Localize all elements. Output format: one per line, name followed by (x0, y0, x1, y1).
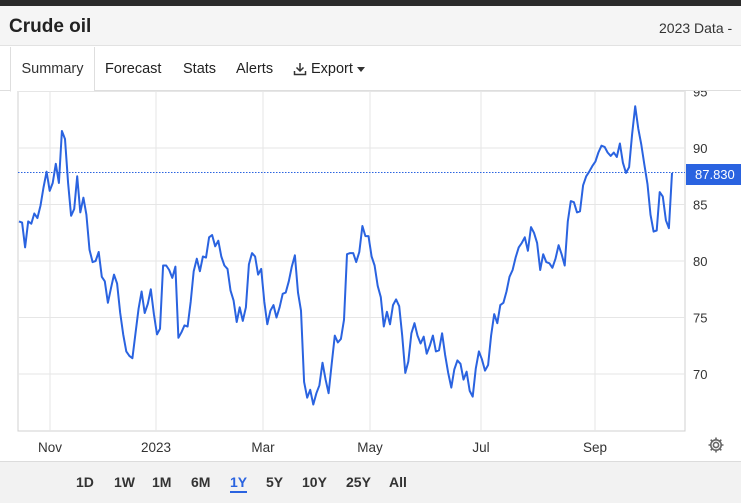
chart-canvas[interactable]: 70 75 80 85 90 95 Nov 2023 Mar May Jul Sep (0, 91, 741, 461)
y-tick-label: 95 (693, 91, 707, 100)
price-series-line[interactable] (18, 105, 673, 406)
x-tick-label: Nov (38, 440, 62, 455)
range-10y[interactable]: 10Y (302, 471, 327, 493)
tab-stats[interactable]: Stats (183, 47, 216, 91)
range-1y[interactable]: 1Y (230, 471, 248, 493)
range-25y[interactable]: 25Y (346, 471, 371, 493)
x-tick-label: Sep (583, 440, 607, 455)
x-tick-label: 2023 (141, 440, 171, 455)
y-tick-label: 75 (693, 311, 707, 326)
x-tick-label: May (357, 440, 383, 455)
range-1d[interactable]: 1D (76, 471, 94, 493)
last-price-label: 87.830 (686, 164, 741, 185)
y-tick-label: 70 (693, 367, 707, 382)
tab-bar: Summary Forecast Stats Alerts Export (0, 47, 741, 92)
page-header: Crude oil 2023 Data - (0, 6, 741, 46)
price-chart[interactable]: 70 75 80 85 90 95 Nov 2023 Mar May Jul Sep (0, 91, 741, 461)
range-all[interactable]: All (389, 471, 407, 493)
range-selector: 1D 1W 1M 6M 1Y 5Y 10Y 25Y All (0, 461, 741, 503)
tab-summary[interactable]: Summary (10, 47, 95, 92)
range-1w[interactable]: 1W (114, 471, 135, 493)
data-year-label[interactable]: 2023 Data - (659, 20, 732, 36)
tab-alerts[interactable]: Alerts (236, 47, 273, 91)
y-tick-label: 90 (693, 141, 707, 156)
gear-icon[interactable] (707, 436, 725, 454)
export-button[interactable]: Export (293, 47, 365, 91)
tab-forecast[interactable]: Forecast (105, 47, 161, 91)
y-tick-label: 80 (693, 254, 707, 269)
caret-down-icon (356, 66, 365, 72)
download-icon (293, 63, 307, 76)
range-5y[interactable]: 5Y (266, 471, 283, 493)
x-tick-label: Mar (251, 440, 275, 455)
export-label: Export (311, 61, 353, 77)
y-tick-label: 85 (693, 198, 707, 213)
x-tick-label: Jul (472, 440, 489, 455)
range-6m[interactable]: 6M (191, 471, 210, 493)
page-title: Crude oil (9, 16, 92, 37)
range-1m[interactable]: 1M (152, 471, 171, 493)
